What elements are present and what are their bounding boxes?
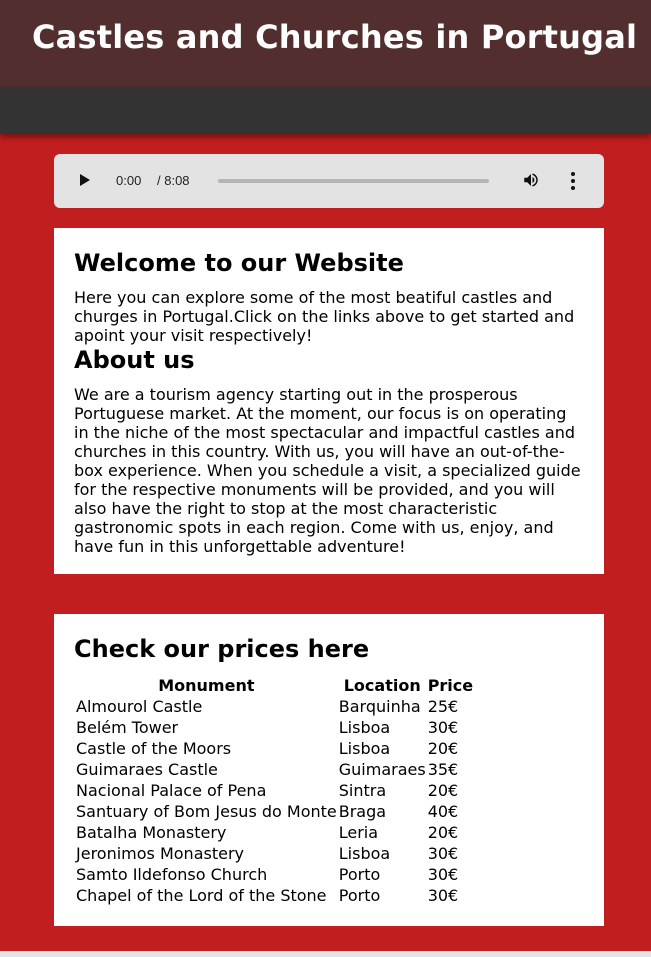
table-row: Santuary of Bom Jesus do Monte Braga 40€ [76, 802, 473, 821]
prices-table: Monument Location Price Almourol Castle B… [74, 674, 475, 907]
table-row: Nacional Palace of Pena Sintra 20€ [76, 781, 473, 800]
monument-cell: Samto Ildefonso Church [76, 865, 268, 884]
monument-cell: Castle of the Moors [76, 739, 232, 758]
location-cell: Leria [338, 823, 379, 842]
column-header: Monument [158, 676, 255, 695]
table-row: Batalha Monastery Leria 20€ [76, 823, 473, 842]
welcome-text: Here you can explore some of the most be… [74, 288, 575, 345]
monument-cell: Chapel of the Lord of the Stone [76, 886, 327, 905]
price-cell: 40€ [427, 802, 459, 821]
audio-seek-bar[interactable] [218, 179, 489, 183]
price-cell: 30€ [427, 865, 459, 884]
more-options-icon[interactable] [567, 172, 579, 190]
monument-cell: Belém Tower [76, 718, 179, 737]
price-cell: 20€ [427, 739, 459, 758]
location-cell: Lisboa [338, 718, 391, 737]
location-cell: Lisboa [338, 844, 391, 863]
page-bottom-edge [0, 951, 651, 957]
about-text: We are a tourism agency starting out in … [74, 385, 581, 556]
table-row: Castle of the Moors Lisboa 20€ [76, 739, 473, 758]
location-cell: Barquinha [338, 697, 421, 716]
location-cell: Lisboa [338, 739, 391, 758]
site-header: Castles and Churches in Portugal [0, 0, 651, 87]
table-header-row: Monument Location Price [76, 676, 473, 695]
location-cell: Guimaraes [338, 760, 426, 779]
monument-cell: Almourol Castle [76, 697, 203, 716]
table-row: Chapel of the Lord of the Stone Porto 30€ [76, 886, 473, 905]
table-row: Guimaraes Castle Guimaraes 35€ [76, 760, 473, 779]
welcome-heading: Welcome to our Website [74, 249, 404, 277]
about-heading: About us [74, 346, 195, 374]
volume-icon[interactable] [522, 171, 540, 189]
prices-section: Check our prices here Monument Location … [54, 614, 604, 926]
price-cell: 30€ [427, 844, 459, 863]
table-row: Samto Ildefonso Church Porto 30€ [76, 865, 473, 884]
price-cell: 20€ [427, 823, 459, 842]
price-cell: 20€ [427, 781, 459, 800]
navigation-bar [0, 87, 651, 134]
column-header: Price [427, 676, 474, 695]
location-cell: Porto [338, 865, 381, 884]
location-cell: Porto [338, 886, 381, 905]
monument-cell: Guimaraes Castle [76, 760, 218, 779]
table-row: Almourol Castle Barquinha 25€ [76, 697, 473, 716]
audio-duration: / 8:08 [157, 173, 190, 188]
column-header: Location [343, 676, 421, 695]
location-cell: Sintra [338, 781, 387, 800]
monument-cell: Nacional Palace of Pena [76, 781, 267, 800]
monument-cell: Jeronimos Monastery [76, 844, 244, 863]
welcome-section: Welcome to our Website Here you can expl… [54, 228, 604, 574]
price-cell: 25€ [427, 697, 459, 716]
table-row: Jeronimos Monastery Lisboa 30€ [76, 844, 473, 863]
audio-current-time: 0:00 [116, 173, 142, 188]
price-cell: 30€ [427, 718, 459, 737]
play-icon[interactable] [80, 174, 90, 186]
monument-cell: Batalha Monastery [76, 823, 227, 842]
site-title: Castles and Churches in Portugal [32, 18, 638, 56]
location-cell: Braga [338, 802, 387, 821]
prices-heading: Check our prices here [74, 635, 370, 663]
price-cell: 35€ [427, 760, 459, 779]
table-row: Belém Tower Lisboa 30€ [76, 718, 473, 737]
monument-cell: Santuary of Bom Jesus do Monte [76, 802, 337, 821]
price-cell: 30€ [427, 886, 459, 905]
